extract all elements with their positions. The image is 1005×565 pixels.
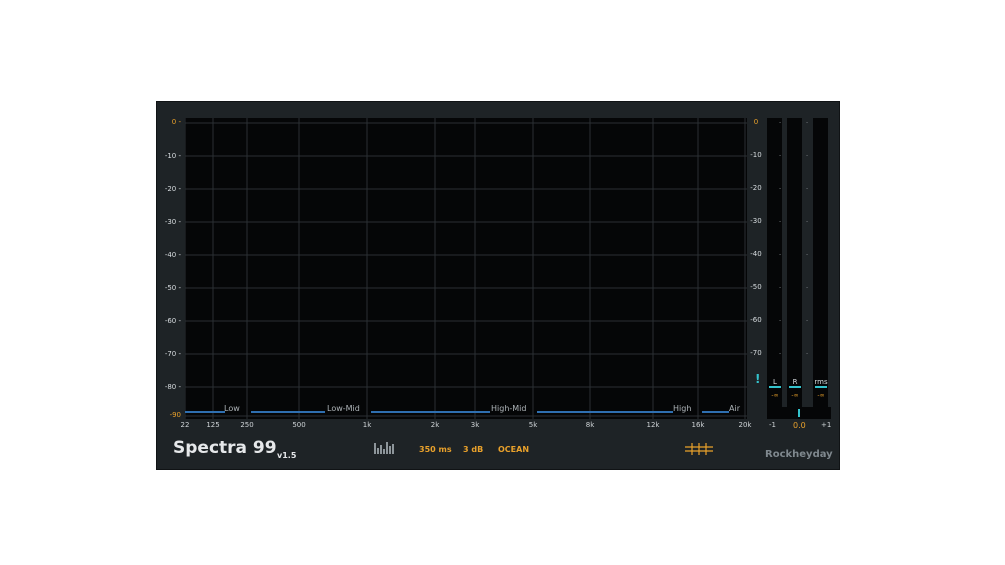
spectrum-grid	[185, 118, 747, 419]
balance-max-label: +1	[821, 421, 832, 429]
spectrum-bars-icon[interactable]	[374, 440, 396, 454]
meter-peak-l	[769, 386, 781, 388]
meter-tick: -	[779, 218, 782, 225]
band-label: High	[673, 404, 692, 413]
band-label: Low-Mid	[327, 404, 360, 413]
meter-tick: -	[806, 185, 809, 192]
plugin-window: 0 - -10 - -20 - -30 - -40 - -50 - -60 - -70 - -8…	[156, 101, 840, 470]
db-label: -80 -	[164, 383, 181, 391]
band-label: High-Mid	[491, 404, 527, 413]
band-label: Air	[729, 404, 740, 413]
decay-time-control[interactable]: 350 ms	[419, 445, 452, 454]
channel-label-r: R	[792, 378, 798, 386]
app-version: v1.5	[277, 451, 297, 460]
frequency-label: 20k	[738, 421, 752, 429]
meter-tick: -	[806, 251, 809, 258]
meter-db-label: -20	[750, 184, 762, 192]
db-label: -10 -	[164, 152, 181, 160]
meter-tick: -	[779, 284, 782, 291]
frequency-label: 1k	[362, 421, 372, 429]
level-meters: 0 -10 -20 -30 -40 -50 -60 -70 ---------------- …	[749, 118, 831, 419]
slope-control[interactable]: 3 dB	[463, 445, 483, 454]
db-label: -20 -	[164, 185, 181, 193]
frequency-label: 22	[180, 421, 190, 429]
db-label: -40 -	[164, 251, 181, 259]
app-title: Spectra 99	[173, 438, 277, 458]
channel-value-l[interactable]: -∞	[767, 392, 783, 399]
balance-min-label: -1	[769, 421, 776, 429]
band-label: Low	[224, 404, 240, 413]
frequency-label: 5k	[528, 421, 538, 429]
meter-tick: -	[779, 185, 782, 192]
channel-value-r[interactable]: -∞	[787, 392, 803, 399]
meter-left	[767, 118, 782, 410]
meter-db-label: -40	[750, 250, 762, 258]
meter-db-label: -10	[750, 151, 762, 159]
meter-db-label: -60	[750, 316, 762, 324]
db-label: -90	[169, 411, 181, 419]
frequency-label: 500	[292, 421, 306, 429]
meter-rms	[813, 118, 828, 410]
frequency-label: 125	[206, 421, 220, 429]
frequency-label: 8k	[585, 421, 595, 429]
db-label: -60 -	[164, 317, 181, 325]
frequency-label: 3k	[470, 421, 480, 429]
balance-needle	[798, 409, 800, 417]
channel-value-rms[interactable]: -∞	[813, 392, 829, 399]
meter-db-label: -70	[750, 349, 762, 357]
meter-db-label: -30	[750, 217, 762, 225]
meter-db-label: -50	[750, 283, 762, 291]
db-label: 0 -	[171, 118, 181, 126]
brand-logo[interactable]: Rockheyday	[765, 449, 833, 460]
meter-peak-rms	[815, 386, 827, 388]
meter-tick: -	[779, 152, 782, 159]
meter-right	[787, 118, 802, 410]
meter-tick: -	[806, 218, 809, 225]
db-label: -50 -	[164, 284, 181, 292]
meter-tick: -	[779, 251, 782, 258]
channel-label-rms: rms	[814, 378, 828, 386]
meter-tick: -	[806, 119, 809, 126]
db-label: -30 -	[164, 218, 181, 226]
theme-selector[interactable]: OCEAN	[498, 445, 529, 454]
meter-tick: -	[806, 152, 809, 159]
meter-tick: -	[806, 317, 809, 324]
meter-tick: -	[779, 317, 782, 324]
db-label: -70 -	[164, 350, 181, 358]
meter-tick: -	[806, 350, 809, 357]
frequency-label: 16k	[691, 421, 705, 429]
channel-label-l: L	[773, 378, 777, 386]
balance-meter	[767, 407, 831, 419]
spectrum-display[interactable]	[185, 118, 747, 419]
frequency-label: 12k	[646, 421, 660, 429]
balance-value: 0.0	[793, 421, 806, 430]
grid-icon[interactable]	[685, 442, 713, 456]
frequency-label: 250	[240, 421, 254, 429]
meter-db-label: 0	[753, 118, 759, 126]
meter-tick: -	[779, 119, 782, 126]
meter-tick: -	[779, 350, 782, 357]
clip-indicator[interactable]: !	[755, 372, 760, 386]
meter-peak-r	[789, 386, 801, 388]
meter-tick: -	[806, 284, 809, 291]
frequency-label: 2k	[430, 421, 440, 429]
